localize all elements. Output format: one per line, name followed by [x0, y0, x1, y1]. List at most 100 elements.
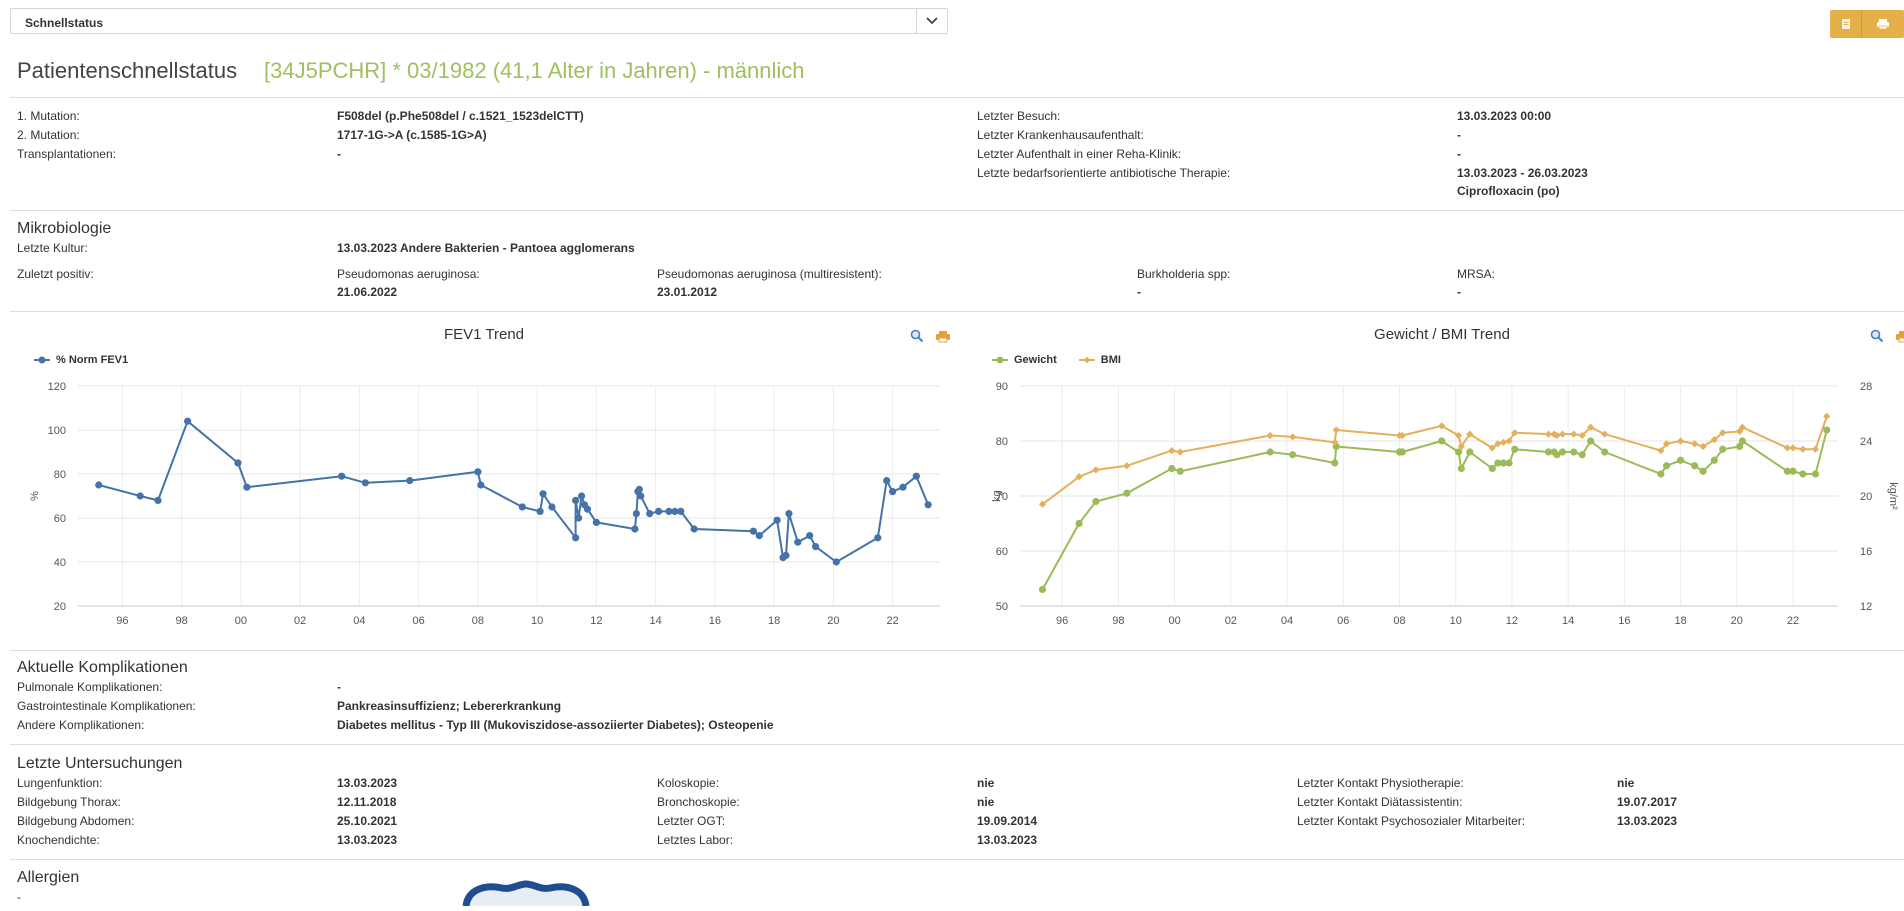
chart-print-icon[interactable]	[936, 330, 950, 348]
y-right-tick-label: 20	[1860, 491, 1872, 503]
data-point	[474, 468, 482, 476]
data-point	[1601, 448, 1609, 456]
y-tick-label: 60	[996, 546, 1008, 558]
weight-legend[interactable]: Gewicht BMI	[992, 354, 1121, 366]
antibiotic-therapy-label: Letzte bedarfsorientierte antibiotische …	[977, 166, 1231, 180]
y-tick-label: 60	[54, 513, 66, 525]
fev1-legend-marker	[34, 356, 50, 364]
x-tick-label: 98	[176, 615, 188, 627]
data-point	[899, 483, 907, 491]
x-tick-label: 08	[1393, 615, 1405, 627]
x-tick-label: 18	[1674, 615, 1686, 627]
gastro-value: Pankreasinsuffizienz; Lebererkrankung	[337, 699, 562, 713]
y-tick-label: 40	[54, 557, 66, 569]
data-point	[794, 538, 802, 546]
lung-function-label: Lungenfunktion:	[17, 776, 103, 790]
view-select-value: Schnellstatus	[25, 16, 104, 30]
pdf-export-button[interactable]	[1830, 10, 1862, 38]
bmi-legend-marker	[1078, 356, 1095, 364]
fev1-chart: 20 40 60 80 100 120 96 98 00 02 04 06 08 10 12 14 16 18 20…	[29, 381, 940, 627]
y-right-axis-label: kg/m²	[1887, 482, 1899, 510]
data-point	[1676, 456, 1685, 464]
bone-density-value: 13.03.2023	[337, 833, 398, 847]
patient-summary: [34J5PCHR] * 03/1982 (41,1 Alter in Jahr…	[264, 58, 805, 83]
divider	[10, 650, 1904, 651]
mrsa-value: -	[1457, 285, 1461, 299]
lab-value: 13.03.2023	[977, 833, 1038, 847]
fev1-legend[interactable]: % Norm FEV1	[34, 354, 128, 366]
data-point	[577, 492, 586, 500]
y-right-tick-label: 12	[1860, 601, 1872, 613]
chevron-down-icon[interactable]	[916, 9, 947, 33]
y-tick-label: 100	[48, 425, 66, 437]
data-point	[361, 479, 369, 487]
other-complications-label: Andere Komplikationen:	[17, 718, 145, 732]
last-visit-label: Letzter Besuch:	[977, 109, 1061, 123]
data-point	[1799, 445, 1807, 453]
data-point	[1398, 448, 1406, 456]
data-point	[874, 534, 882, 542]
data-point	[539, 490, 547, 498]
pseudomonas-mr-value: 23.01.2012	[657, 285, 718, 299]
antibiotic-therapy-drug: Ciprofloxacin (po)	[1457, 184, 1560, 198]
data-point	[572, 534, 580, 542]
data-point	[1499, 438, 1508, 446]
data-point	[1505, 459, 1513, 467]
data-point	[1811, 470, 1820, 478]
mutation-2-label: 2. Mutation:	[17, 128, 80, 142]
data-point	[749, 527, 757, 535]
data-point	[338, 472, 346, 480]
x-tick-label: 20	[827, 615, 839, 627]
data-point	[1789, 467, 1797, 475]
data-point	[1511, 445, 1519, 453]
x-tick-label: 96	[116, 615, 128, 627]
x-tick-label: 04	[353, 615, 365, 627]
data-point	[136, 492, 144, 500]
x-tick-label: 08	[472, 615, 484, 627]
data-point	[755, 532, 763, 540]
data-point	[1789, 444, 1797, 452]
transplant-label: Transplantationen:	[17, 147, 116, 161]
data-point	[1466, 448, 1474, 456]
y-tick-label: 80	[996, 436, 1008, 448]
pseudomonas-mr-label: Pseudomonas aeruginosa (multiresistent):	[657, 267, 882, 281]
data-point	[646, 510, 654, 518]
microbiology-heading: Mikrobiologie	[17, 220, 112, 237]
data-point	[575, 514, 583, 522]
data-point	[654, 507, 663, 515]
mrsa-label: MRSA:	[1457, 267, 1496, 281]
data-point	[518, 503, 526, 511]
fev1-legend-label: % Norm FEV1	[56, 354, 129, 366]
mutation-1-label: 1. Mutation:	[17, 109, 80, 123]
print-button[interactable]	[1862, 10, 1904, 38]
y-tick-label: 90	[996, 381, 1008, 393]
pseudomonas-label: Pseudomonas aeruginosa:	[337, 267, 480, 281]
data-point	[635, 485, 643, 493]
data-point	[811, 543, 820, 551]
data-point	[1176, 448, 1184, 456]
chart-print-icon[interactable]	[1896, 330, 1904, 348]
data-point	[1738, 437, 1747, 445]
data-point	[632, 510, 640, 518]
view-select[interactable]: Schnellstatus	[10, 8, 948, 34]
data-point	[832, 558, 840, 566]
zoom-icon[interactable]	[1870, 329, 1884, 348]
data-point	[1438, 437, 1446, 445]
data-point	[782, 551, 790, 559]
psychosocial-value: 13.03.2023	[1617, 814, 1678, 828]
data-point	[1823, 426, 1831, 434]
rehab-stay-label: Letzter Aufenthalt in einer Reha-Klinik:	[977, 147, 1182, 161]
data-point	[631, 525, 639, 533]
x-tick-label: 22	[886, 615, 898, 627]
data-point	[1570, 430, 1578, 438]
data-point	[773, 516, 781, 524]
last-visit-value: 13.03.2023 00:00	[1457, 109, 1552, 123]
weight-chart-title: Gewicht / BMI Trend	[1374, 326, 1510, 343]
x-tick-label: 12	[590, 615, 602, 627]
complications-heading: Aktuelle Komplikationen	[17, 659, 188, 676]
data-point	[1558, 448, 1567, 456]
zoom-icon[interactable]	[910, 329, 924, 348]
thorax-imaging-label: Bildgebung Thorax:	[17, 795, 121, 809]
ogt-value: 19.09.2014	[977, 814, 1038, 828]
data-point	[1719, 445, 1727, 453]
